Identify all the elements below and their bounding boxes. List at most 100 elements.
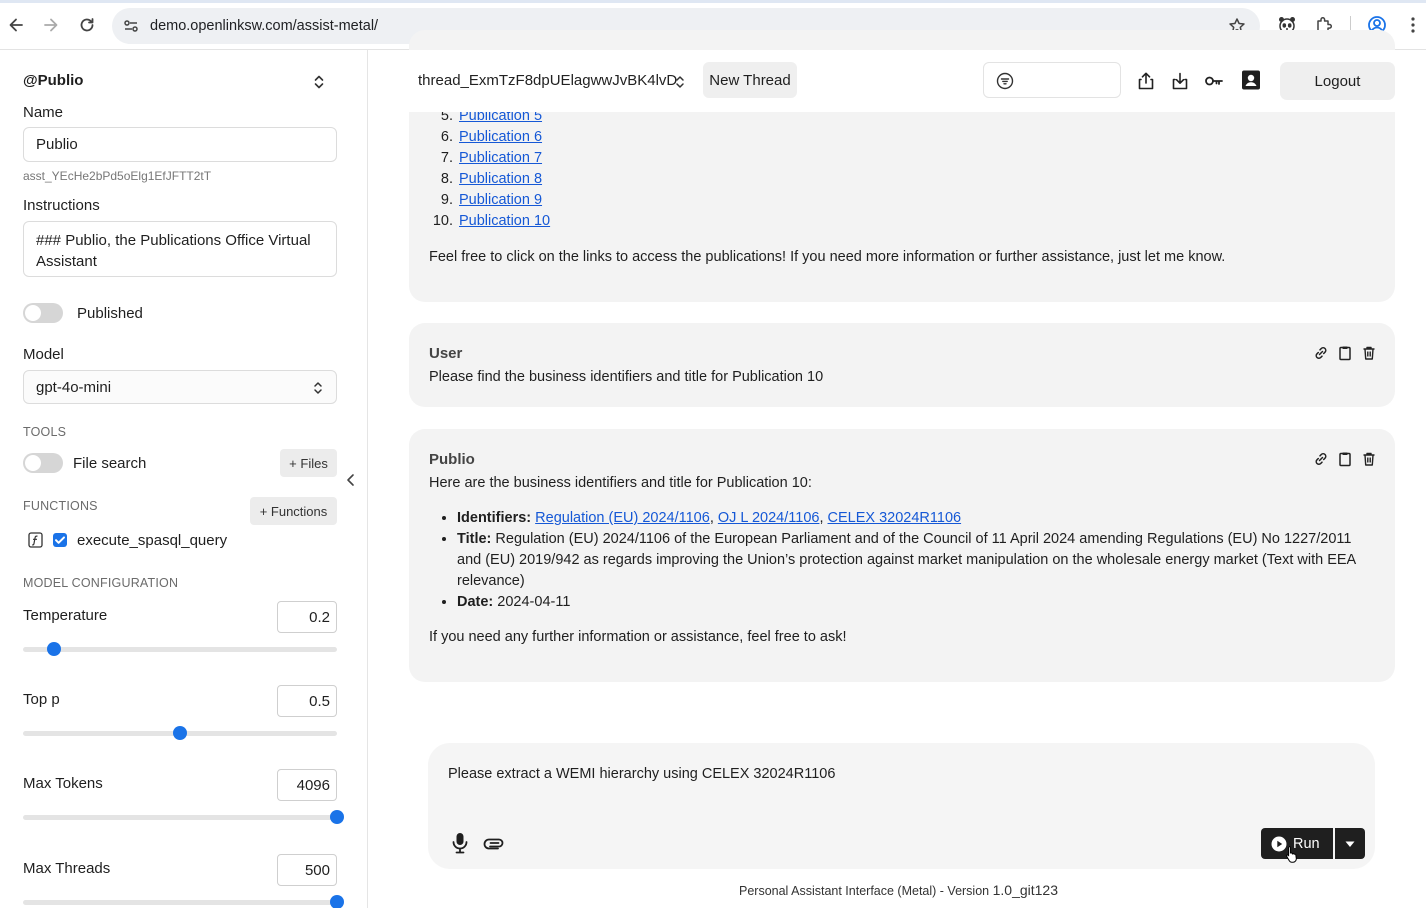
message-closing-text: If you need any further information or a… bbox=[429, 629, 847, 645]
version-footer: Personal Assistant Interface (Metal) - V… bbox=[739, 882, 1058, 898]
identifier-link[interactable]: OJ L 2024/1106 bbox=[718, 510, 820, 526]
back-arrow-icon[interactable] bbox=[5, 14, 27, 36]
contact-card-icon[interactable] bbox=[1240, 69, 1260, 90]
publication-link[interactable]: Publication 7 bbox=[459, 150, 542, 166]
browser-menu-icon[interactable] bbox=[1403, 15, 1423, 35]
title-item: Title: Regulation (EU) 2024/1106 of the … bbox=[457, 529, 1377, 592]
assistant-message: Publio Here are the business identifiers… bbox=[409, 429, 1395, 682]
assistant-id: asst_YEcHe2bPd5oElg1EfJFTT2tT bbox=[23, 169, 212, 183]
microphone-icon[interactable] bbox=[451, 832, 469, 854]
publication-link[interactable]: Publication 8 bbox=[459, 171, 542, 187]
copy-link-icon[interactable] bbox=[1313, 345, 1329, 361]
instructions-textarea[interactable]: ### Publio, the Publications Office Virt… bbox=[23, 221, 337, 277]
tab-strip-edge bbox=[0, 0, 1426, 3]
temperature-label: Temperature bbox=[23, 607, 108, 624]
collapse-sidebar-chevron-icon[interactable] bbox=[344, 472, 356, 488]
assistant-selector-chevron-icon[interactable] bbox=[312, 74, 326, 90]
date-value: 2024-04-11 bbox=[497, 594, 571, 610]
thread-selector[interactable]: thread_ExmTzF8dpUElagwwJvBK4lvD bbox=[418, 72, 677, 89]
filter-icon bbox=[996, 72, 1014, 90]
logout-button[interactable]: Logout bbox=[1280, 62, 1395, 100]
identifiers-label: Identifiers: bbox=[457, 510, 532, 526]
model-label: Model bbox=[23, 346, 64, 363]
prompt-input[interactable]: Please extract a WEMI hierarchy using CE… bbox=[448, 766, 835, 782]
publication-list: Publication 5 Publication 6 Publication … bbox=[457, 106, 550, 232]
max-threads-slider-thumb[interactable] bbox=[330, 895, 344, 908]
max-tokens-input[interactable]: 4096 bbox=[277, 769, 337, 801]
identifier-link[interactable]: Regulation (EU) 2024/1106 bbox=[535, 510, 710, 526]
site-settings-icon[interactable] bbox=[122, 17, 140, 35]
name-field[interactable]: Publio bbox=[23, 127, 337, 162]
title-text: Regulation (EU) 2024/1106 of the Europea… bbox=[457, 531, 1356, 589]
reload-icon[interactable] bbox=[76, 14, 98, 36]
temperature-slider-thumb[interactable] bbox=[47, 642, 62, 656]
model-select-chevron-icon bbox=[312, 380, 324, 396]
model-select-value: gpt-4o-mini bbox=[36, 379, 112, 396]
publication-list-item: Publication 10 bbox=[457, 211, 550, 232]
download-icon[interactable] bbox=[1170, 71, 1190, 91]
url-text[interactable]: demo.openlinksw.com/assist-metal/ bbox=[150, 18, 378, 34]
attach-paperclip-icon[interactable] bbox=[483, 835, 505, 851]
identifier-link[interactable]: CELEX 32024R1106 bbox=[828, 510, 962, 526]
delete-trash-icon[interactable] bbox=[1361, 345, 1377, 361]
copy-link-icon[interactable] bbox=[1313, 451, 1329, 467]
run-options-dropdown[interactable] bbox=[1335, 828, 1365, 859]
function-checkbox[interactable] bbox=[53, 533, 67, 547]
top-p-label: Top p bbox=[23, 691, 60, 708]
key-icon[interactable] bbox=[1204, 71, 1224, 91]
new-thread-button[interactable]: New Thread bbox=[703, 62, 797, 98]
footer-text: Personal Assistant Interface (Metal) - V… bbox=[739, 884, 990, 898]
function-name[interactable]: execute_spasql_query bbox=[77, 532, 227, 549]
add-functions-button[interactable]: + Functions bbox=[250, 497, 337, 525]
search-box[interactable] bbox=[983, 62, 1121, 98]
publication-list-item: Publication 8 bbox=[457, 169, 550, 190]
published-toggle[interactable] bbox=[23, 303, 63, 323]
message-intro: Here are the business identifiers and ti… bbox=[429, 475, 812, 491]
mouse-cursor-icon bbox=[1285, 845, 1299, 863]
max-tokens-label: Max Tokens bbox=[23, 775, 103, 792]
publication-link[interactable]: Publication 6 bbox=[459, 129, 542, 145]
add-files-button[interactable]: + Files bbox=[280, 449, 337, 477]
clipboard-icon[interactable] bbox=[1337, 451, 1353, 467]
thread-id: thread_ExmTzF8dpUElagwwJvBK4lvD bbox=[418, 72, 678, 89]
publication-list-item: Publication 9 bbox=[457, 190, 550, 211]
identifiers-item: Identifiers: Regulation (EU) 2024/1106, … bbox=[457, 508, 1377, 529]
max-threads-input[interactable]: 500 bbox=[277, 854, 337, 886]
message-closing-text: Feel free to click on the links to acces… bbox=[429, 249, 1226, 265]
file-search-toggle[interactable] bbox=[23, 453, 63, 473]
max-threads-slider[interactable] bbox=[23, 900, 337, 905]
max-tokens-slider[interactable] bbox=[23, 815, 337, 820]
tools-section-title: TOOLS bbox=[23, 425, 67, 439]
temperature-input[interactable]: 0.2 bbox=[277, 601, 337, 633]
name-label: Name bbox=[23, 104, 64, 121]
function-icon bbox=[28, 532, 43, 548]
top-p-slider-thumb[interactable] bbox=[173, 726, 187, 740]
caret-down-icon bbox=[1344, 840, 1356, 848]
share-icon[interactable] bbox=[1136, 71, 1156, 91]
thread-selector-chevron-icon[interactable] bbox=[674, 74, 686, 90]
detail-list: Identifiers: Regulation (EU) 2024/1106, … bbox=[457, 508, 1377, 613]
instructions-label: Instructions bbox=[23, 197, 100, 214]
assistant-handle: @Publio bbox=[23, 72, 84, 89]
forward-arrow-icon[interactable] bbox=[40, 14, 62, 36]
message-actions bbox=[1313, 345, 1377, 361]
clipboard-icon[interactable] bbox=[1337, 345, 1353, 361]
temperature-slider[interactable] bbox=[23, 647, 337, 652]
message-composer: Please extract a WEMI hierarchy using CE… bbox=[428, 743, 1375, 869]
max-threads-label: Max Threads bbox=[23, 860, 111, 877]
publication-link[interactable]: Publication 9 bbox=[459, 192, 542, 208]
model-select[interactable]: gpt-4o-mini bbox=[23, 370, 337, 404]
chat-main-area: Publication 5 Publication 6 Publication … bbox=[369, 30, 1426, 908]
date-label: Date: bbox=[457, 594, 494, 610]
functions-section-title: FUNCTIONS bbox=[23, 499, 98, 513]
publication-list-item: Publication 6 bbox=[457, 127, 550, 148]
publication-link[interactable]: Publication 10 bbox=[459, 213, 550, 229]
title-label: Title: bbox=[457, 531, 492, 547]
message-actions bbox=[1313, 451, 1377, 467]
date-item: Date: 2024-04-11 bbox=[457, 592, 1377, 613]
max-tokens-slider-thumb[interactable] bbox=[330, 810, 344, 824]
user-message: User Please find the business identifier… bbox=[409, 323, 1395, 407]
delete-trash-icon[interactable] bbox=[1361, 451, 1377, 467]
top-p-input[interactable]: 0.5 bbox=[277, 685, 337, 717]
publication-list-item: Publication 7 bbox=[457, 148, 550, 169]
